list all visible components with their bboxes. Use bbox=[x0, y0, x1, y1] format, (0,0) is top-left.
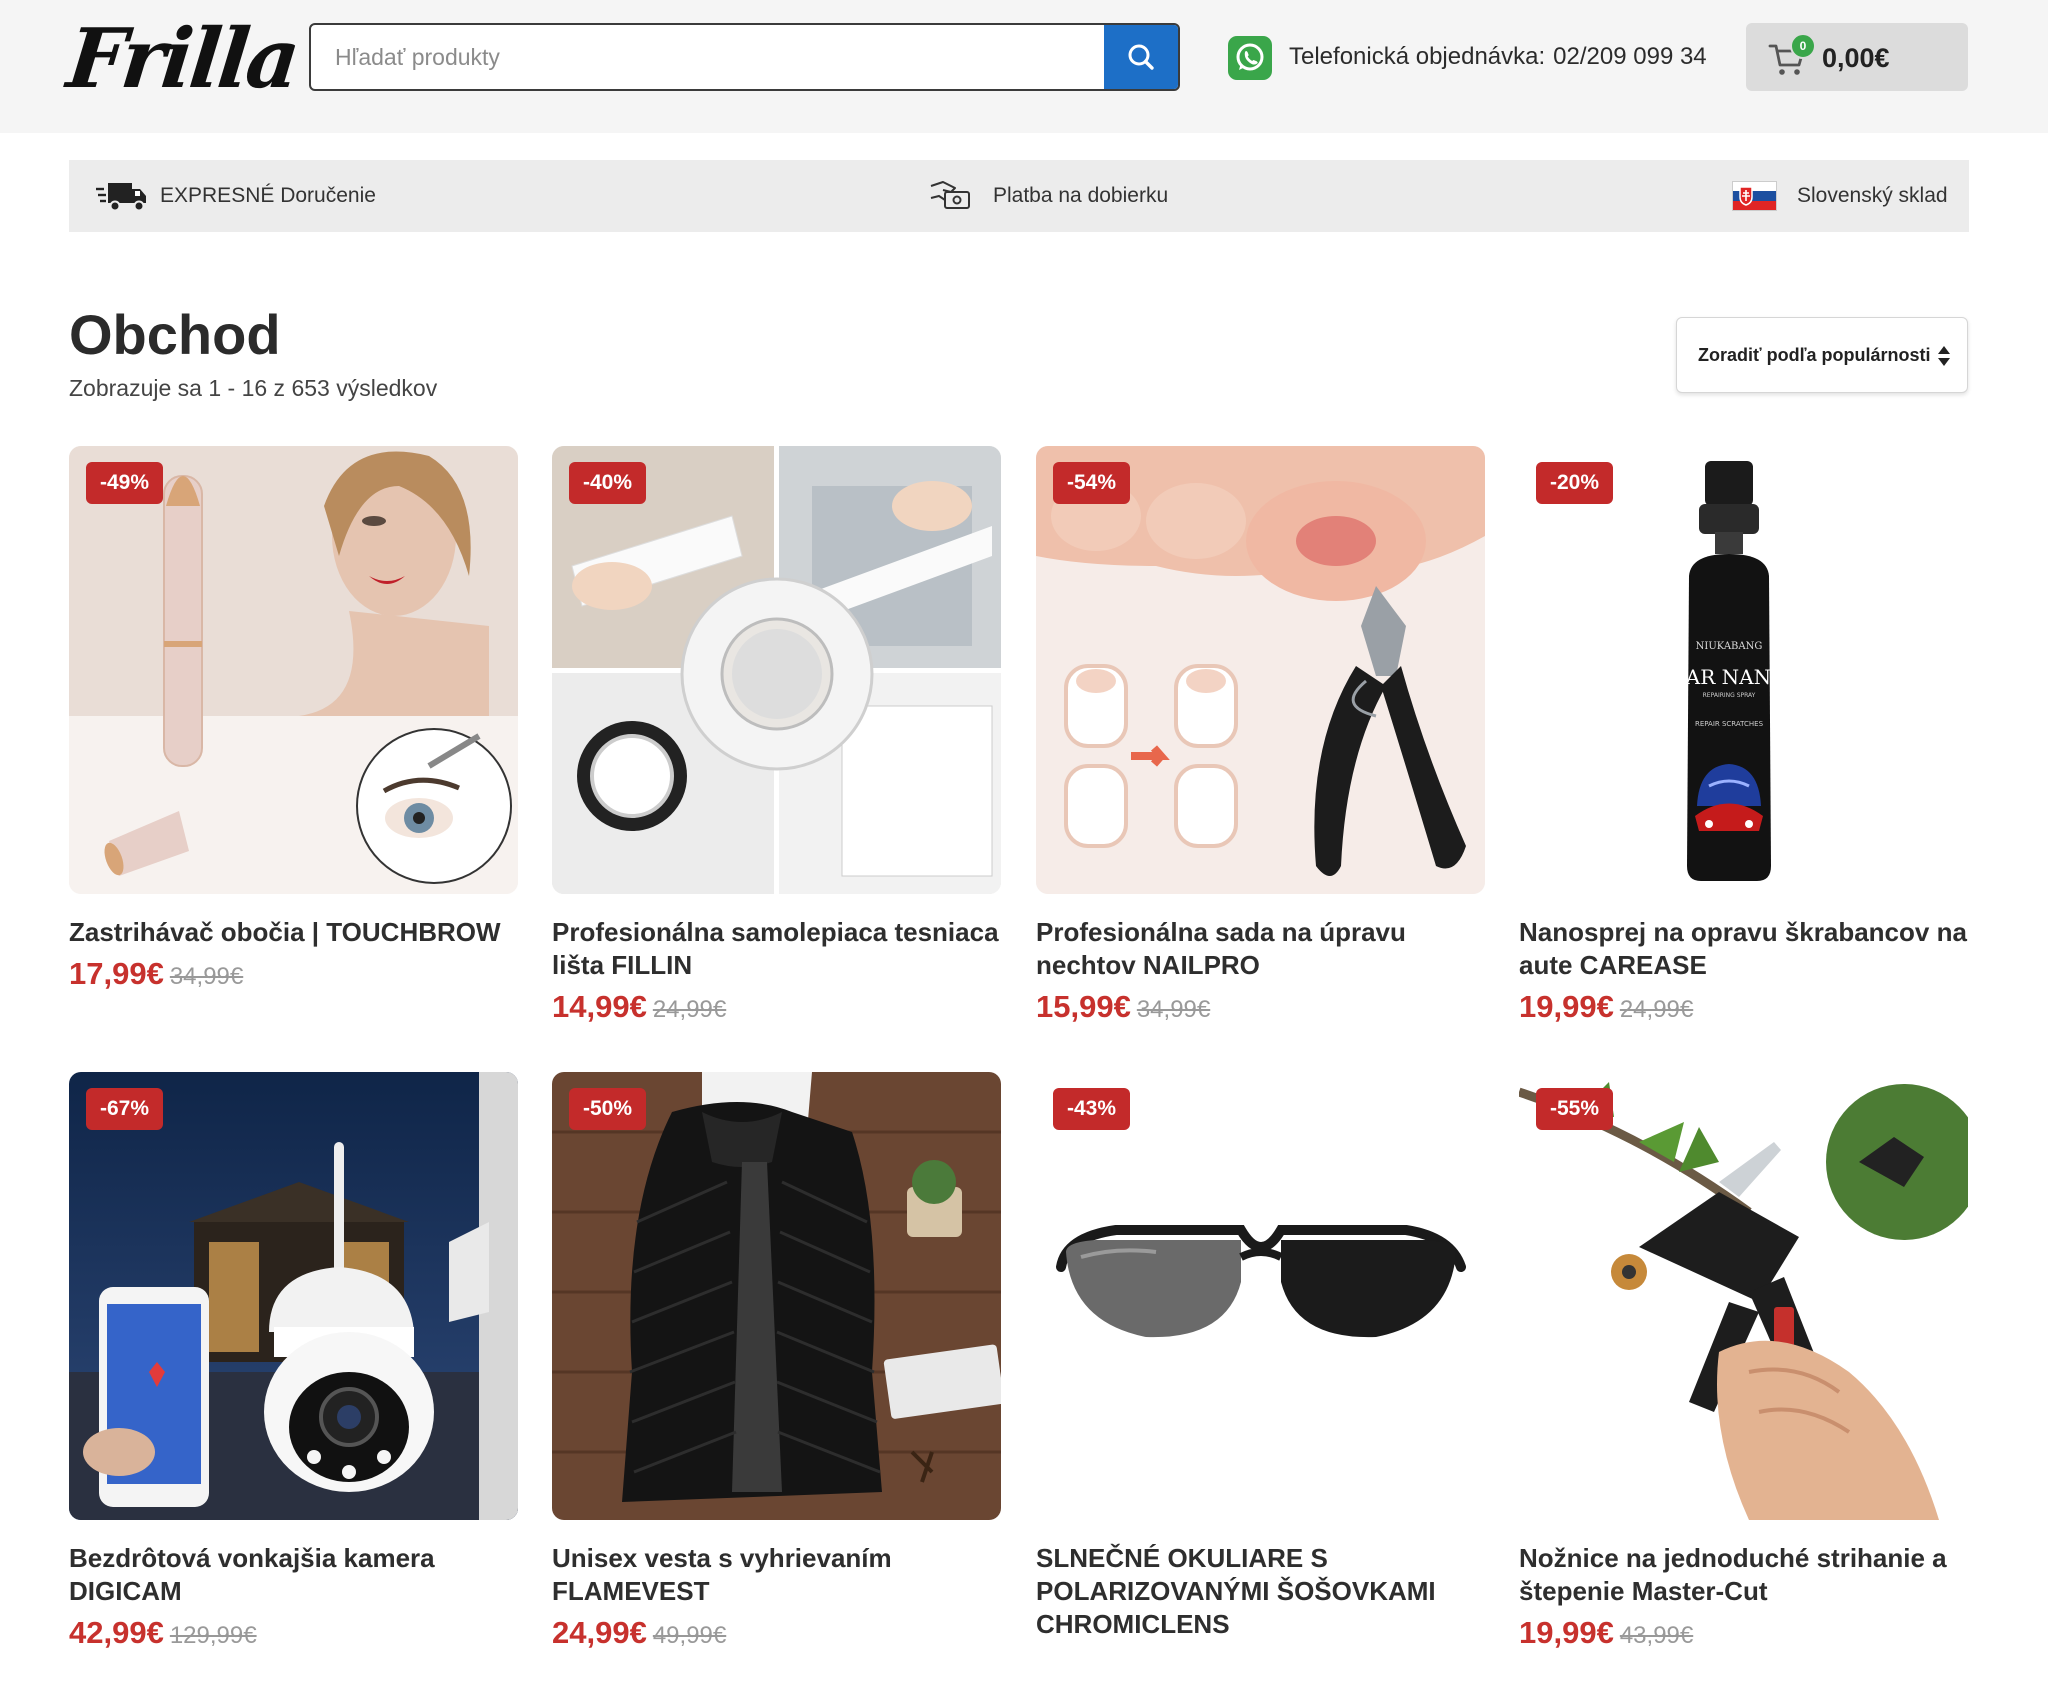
product-prices bbox=[1036, 1648, 1042, 1688]
discount-badge: -20% bbox=[1536, 462, 1614, 504]
discount-badge: -40% bbox=[569, 462, 647, 504]
original-price: 49,99€ bbox=[652, 1622, 727, 1649]
site-header: Frilla Telefonická objednávka: 02/209 099… bbox=[0, 0, 2048, 133]
feature-label: Slovenský sklad bbox=[1797, 184, 1948, 207]
image-text: REPAIR SCRATCHES bbox=[1695, 720, 1764, 728]
discount-badge: -43% bbox=[1053, 1088, 1131, 1130]
result-count: Zobrazuje sa 1 - 16 z 653 výsledkov bbox=[69, 375, 438, 401]
sort-arrows-icon bbox=[1938, 346, 1950, 366]
product-name[interactable]: Zastrihávač obočia | TOUCHBROW bbox=[69, 916, 518, 949]
search-bar bbox=[309, 23, 1180, 91]
discount-badge: -55% bbox=[1536, 1088, 1614, 1130]
product-prices: 19,99€ 43,99€ bbox=[1519, 1615, 1693, 1655]
whatsapp-icon[interactable] bbox=[1228, 36, 1272, 80]
sale-price: 24,99€ bbox=[552, 1615, 647, 1650]
slovak-flag-icon bbox=[1732, 181, 1777, 211]
product-name[interactable]: Unisex vesta s vyhrievaním FLAMEVEST bbox=[552, 1542, 1001, 1608]
delivery-truck-icon bbox=[96, 183, 146, 212]
phone-number[interactable]: 02/209 099 34 bbox=[1553, 43, 1706, 70]
product-prices: 24,99€ 49,99€ bbox=[552, 1615, 726, 1655]
product-image[interactable]: -50% bbox=[552, 1072, 1001, 1520]
product-image[interactable]: -54% bbox=[1036, 446, 1485, 894]
product-name[interactable]: Profesionálna sada na úpravu nechtov NAI… bbox=[1036, 916, 1485, 982]
sale-price: 42,99€ bbox=[69, 1615, 164, 1650]
cart-count-badge: 0 bbox=[1790, 33, 1816, 59]
product-name[interactable]: Nanosprej na opravu škrabancov na aute C… bbox=[1519, 916, 1968, 982]
sale-price: 19,99€ bbox=[1519, 1615, 1614, 1650]
discount-badge: -54% bbox=[1053, 462, 1131, 504]
search-icon bbox=[1128, 44, 1154, 70]
product-image[interactable]: -49% bbox=[69, 446, 518, 894]
search-button[interactable] bbox=[1104, 25, 1178, 89]
feature-express-delivery: EXPRESNÉ Doručenie bbox=[96, 160, 376, 232]
sale-price: 14,99€ bbox=[552, 989, 647, 1024]
product-prices: 42,99€ 129,99€ bbox=[69, 1615, 257, 1655]
product-prices: 14,99€ 24,99€ bbox=[552, 989, 726, 1029]
product-prices: 19,99€ 24,99€ bbox=[1519, 989, 1693, 1029]
product-prices: 17,99€ 34,99€ bbox=[69, 956, 243, 996]
product-image[interactable]: -55% bbox=[1519, 1072, 1968, 1520]
features-bar: EXPRESNÉ Doručenie Platba na dobierku Sl… bbox=[69, 160, 1969, 232]
product-name[interactable]: Profesionálna samolepiaca tesniaca lišta… bbox=[552, 916, 1001, 982]
original-price: 129,99€ bbox=[169, 1622, 257, 1649]
sale-price: 15,99€ bbox=[1036, 989, 1131, 1024]
search-input[interactable] bbox=[311, 25, 1106, 89]
original-price: 24,99€ bbox=[1619, 996, 1694, 1023]
feature-label: Platba na dobierku bbox=[993, 184, 1169, 207]
original-price: 34,99€ bbox=[169, 963, 244, 990]
feature-label: EXPRESNÉ Doručenie bbox=[160, 184, 376, 207]
sale-price: 17,99€ bbox=[69, 956, 164, 991]
original-price: 43,99€ bbox=[1619, 1622, 1694, 1649]
brand-logo[interactable]: Frilla bbox=[63, 11, 302, 107]
original-price: 34,99€ bbox=[1136, 996, 1211, 1023]
product-name[interactable]: Nožnice na jednoduché strihanie a štepen… bbox=[1519, 1542, 1968, 1608]
hand-payment-icon bbox=[930, 181, 970, 209]
sort-select[interactable]: Zoradiť podľa populárnosti bbox=[1676, 317, 1968, 393]
cart-button[interactable]: 0 0,00€ bbox=[1746, 23, 1968, 91]
image-text: NIUKABANG bbox=[1696, 641, 1763, 652]
sort-label: Zoradiť podľa populárnosti bbox=[1698, 345, 1931, 365]
product-image[interactable]: NIUKABANG CAR NANO REPAIRING SPRAY REPAI… bbox=[1519, 446, 1968, 894]
image-text: REPAIRING SPRAY bbox=[1703, 692, 1756, 699]
feature-slovak-warehouse: Slovenský sklad bbox=[1732, 160, 1948, 232]
discount-badge: -49% bbox=[86, 462, 164, 504]
image-text: CAR NANO bbox=[1670, 665, 1787, 689]
discount-badge: -67% bbox=[86, 1088, 164, 1130]
product-prices: 15,99€ 34,99€ bbox=[1036, 989, 1210, 1029]
discount-badge: -50% bbox=[569, 1088, 647, 1130]
product-name[interactable]: Bezdrôtová vonkajšia kamera DIGICAM bbox=[69, 1542, 518, 1608]
phone-order-info: Telefonická objednávka: 02/209 099 34 bbox=[1289, 40, 1707, 74]
cart-total: 0,00€ bbox=[1822, 43, 1890, 73]
product-name[interactable]: SLNEČNÉ OKULIARE S POLARIZOVANÝMI ŠOŠOVK… bbox=[1036, 1542, 1485, 1641]
product-image[interactable]: -43% bbox=[1036, 1072, 1485, 1520]
feature-cash-on-delivery: Platba na dobierku bbox=[929, 160, 1168, 232]
product-image[interactable]: -67% bbox=[69, 1072, 518, 1520]
sale-price: 19,99€ bbox=[1519, 989, 1614, 1024]
original-price: 24,99€ bbox=[652, 996, 727, 1023]
phone-order-label: Telefonická objednávka: bbox=[1289, 43, 1546, 70]
product-image[interactable]: -40% bbox=[552, 446, 1001, 894]
page-title: Obchod bbox=[69, 303, 281, 366]
